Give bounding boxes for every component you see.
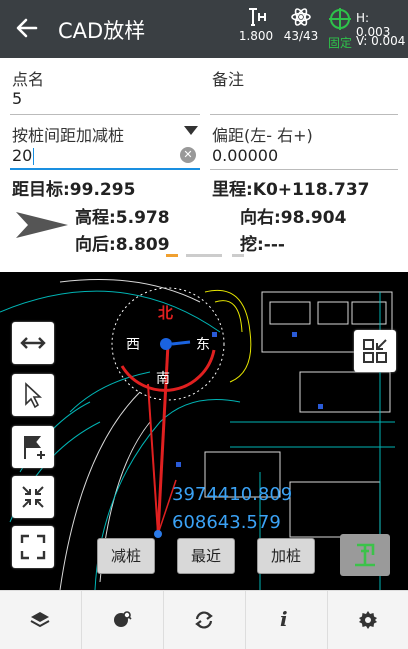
antenna-height-value: 1.800 (238, 29, 274, 43)
point-name-underline (10, 114, 200, 115)
pan-horizontal-button[interactable] (12, 322, 54, 364)
cursor-icon (25, 382, 43, 409)
layers-button[interactable] (0, 591, 82, 649)
compass-west-label: 西 (126, 337, 140, 353)
remark-label: 备注 (212, 70, 245, 89)
back-arrow-icon[interactable] (14, 15, 40, 41)
plus-stake-button[interactable]: 加桩 (257, 538, 315, 574)
flag-plus-icon (24, 436, 45, 459)
page-indicator-3[interactable] (232, 254, 244, 257)
compass-north-label: 北 (158, 304, 174, 322)
right-distance: 向右:98.904 (240, 208, 347, 228)
antenna-height-icon (249, 8, 266, 26)
satellite-icon (291, 8, 311, 26)
stake-interval-field[interactable]: 20 (12, 146, 35, 165)
info-icon: i (280, 607, 288, 631)
solution-status: 固定 (328, 36, 353, 50)
remark-underline (210, 114, 398, 115)
settings-button[interactable] (328, 591, 408, 649)
collapse-arrows-icon (22, 486, 44, 508)
cut-fill: 挖:--- (240, 235, 285, 255)
nearest-button[interactable]: 最近 (177, 538, 235, 574)
map-search-icon (114, 611, 132, 627)
add-flag-button[interactable] (12, 426, 54, 468)
zoom-fit-button[interactable] (12, 476, 54, 518)
stakeout-form: 点名 5 备注 按桩间距加减桩 20 ✕ 偏距(左- 右+) 0.00000 距… (0, 58, 408, 272)
satellite-count: 43/43 (283, 29, 319, 43)
refresh-icon (195, 611, 213, 629)
text-caret (33, 148, 35, 165)
select-pointer-button[interactable] (12, 374, 54, 416)
direction-arrow-icon (16, 212, 68, 238)
layers-icon (30, 612, 50, 628)
stake-interval-underline (10, 168, 200, 170)
grid-arrow-icon (363, 339, 387, 363)
save-stake-icon (355, 543, 375, 567)
v-precision: V: 0.004 (356, 34, 406, 48)
fullscreen-icon (20, 534, 46, 560)
page-indicator-1[interactable] (166, 254, 178, 257)
page-indicator-2[interactable] (186, 254, 222, 257)
save-point-button[interactable] (340, 534, 390, 576)
mileage: 里程:K0+118.737 (212, 180, 370, 200)
antenna-height-status[interactable]: 1.800 (236, 7, 276, 43)
cad-map-view[interactable]: 北 西 东 南 3974410.809 608643.579 减桩 最近 加桩 (0, 272, 408, 590)
stake-interval-value: 20 (12, 146, 33, 165)
fullscreen-button[interactable] (12, 526, 54, 568)
offset-field[interactable]: 0.00000 (212, 146, 278, 165)
point-name-field[interactable]: 5 (12, 89, 22, 108)
page-title: CAD放样 (58, 19, 146, 43)
target-distance: 距目标:99.295 (12, 180, 136, 200)
info-button[interactable]: i (246, 591, 328, 649)
minus-stake-button[interactable]: 减桩 (97, 538, 155, 574)
app-bar: CAD放样 1.800 43/43 H: 0.003 固定 V: 0.004 (0, 0, 408, 58)
offset-underline (210, 169, 398, 170)
dropdown-arrow-icon[interactable] (184, 126, 198, 135)
compass-east-label: 东 (196, 337, 210, 353)
compass-south-label: 南 (156, 371, 170, 387)
offset-label: 偏距(左- 右+) (212, 126, 313, 145)
refresh-button[interactable] (164, 591, 246, 649)
layer-switch-button[interactable] (354, 330, 396, 372)
point-name-label: 点名 (12, 70, 45, 89)
satellite-status[interactable]: 43/43 (281, 7, 321, 43)
double-arrow-icon (20, 337, 46, 349)
elevation: 高程:5.978 (75, 208, 170, 228)
clear-icon[interactable]: ✕ (180, 147, 196, 163)
back-distance: 向后:8.809 (75, 235, 170, 255)
gps-crosshair-icon (329, 8, 351, 30)
gear-icon (359, 611, 377, 629)
map-search-button[interactable] (82, 591, 164, 649)
stake-interval-label: 按桩间距加减桩 (12, 126, 125, 145)
bottom-toolbar: i (0, 590, 408, 649)
coordinate-north: 3974410.809 (172, 484, 293, 505)
coordinate-east: 608643.579 (172, 512, 281, 533)
